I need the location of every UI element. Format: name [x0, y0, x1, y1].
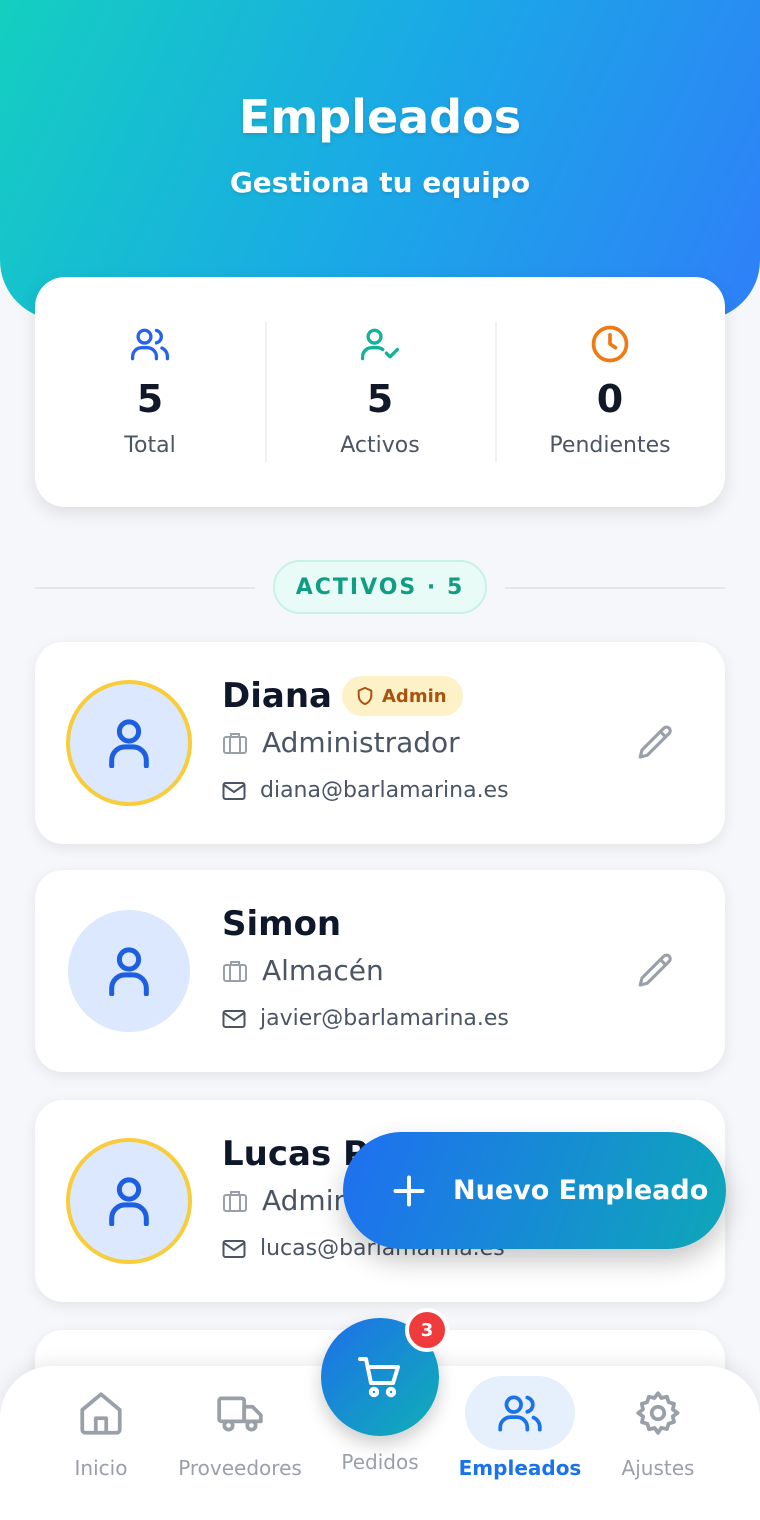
- mail-icon: [222, 1239, 246, 1258]
- gear-icon: [636, 1391, 680, 1435]
- stat-active-value: 5: [366, 377, 394, 421]
- stat-pending: 0 Pendientes: [495, 277, 725, 507]
- cart-count-badge: 3: [405, 1308, 449, 1352]
- user-check-icon: [360, 328, 400, 361]
- nav-label: Ajustes: [621, 1456, 695, 1480]
- briefcase-icon: [223, 1190, 247, 1212]
- divider-line: [505, 587, 725, 589]
- divider-line: [35, 587, 255, 589]
- edit-icon[interactable]: [635, 722, 677, 764]
- employee-card[interactable]: Diana Admin Administrador diana@barlamar…: [35, 642, 725, 844]
- stat-total-label: Total: [124, 433, 176, 458]
- home-icon: [80, 1392, 122, 1435]
- briefcase-icon: [223, 732, 247, 754]
- page-title: Empleados: [238, 90, 522, 144]
- avatar: [68, 910, 190, 1032]
- shield-icon: [357, 686, 373, 706]
- nav-label: Pedidos: [341, 1450, 419, 1474]
- users-icon: [498, 1395, 542, 1432]
- employee-role: Administrador: [222, 726, 460, 759]
- mail-icon: [222, 781, 246, 800]
- user-icon: [109, 947, 149, 996]
- truck-icon: [217, 1396, 263, 1432]
- stat-pending-value: 0: [596, 377, 624, 421]
- nav-label: Empleados: [458, 1456, 582, 1480]
- avatar: [66, 1138, 192, 1264]
- employee-name: Diana: [222, 676, 332, 716]
- edit-icon[interactable]: [635, 950, 677, 992]
- employee-name: Lucas P: [222, 1134, 368, 1174]
- user-icon: [109, 1177, 149, 1226]
- stat-pending-label: Pendientes: [549, 433, 671, 458]
- employee-name: Simon: [222, 904, 342, 944]
- plus-icon: [393, 1175, 425, 1206]
- page-subtitle: Gestiona tu equipo: [229, 166, 531, 199]
- nav-item-proveedores[interactable]: Proveedores: [175, 1366, 305, 1520]
- briefcase-icon: [223, 960, 247, 982]
- cart-icon: [358, 1357, 400, 1398]
- stats-card: 5 Total 5 Activos 0 Pendientes: [35, 277, 725, 507]
- employee-role: Admin: [222, 1184, 351, 1217]
- stat-active: 5 Activos: [265, 277, 495, 507]
- employee-card[interactable]: Simon Almacén javier@barlamarina.es: [35, 870, 725, 1072]
- stat-active-label: Activos: [340, 433, 420, 458]
- employee-email-text: javier@barlamarina.es: [260, 1006, 509, 1031]
- new-employee-label: Nuevo Empleado: [453, 1175, 709, 1206]
- avatar: [66, 680, 192, 806]
- clock-icon: [591, 325, 629, 363]
- nav-label: Proveedores: [178, 1456, 302, 1480]
- nav-item-inicio[interactable]: Inicio: [46, 1366, 156, 1520]
- stat-total: 5 Total: [35, 277, 265, 507]
- employee-email: javier@barlamarina.es: [222, 1006, 509, 1031]
- admin-badge-label: Admin: [382, 685, 447, 707]
- nav-item-ajustes[interactable]: Ajustes: [603, 1366, 713, 1520]
- employee-role-text: Admin: [262, 1184, 352, 1217]
- admin-badge: Admin: [342, 676, 463, 716]
- users-icon: [130, 328, 170, 361]
- mail-icon: [222, 1009, 246, 1028]
- employee-email-text: diana@barlamarina.es: [260, 778, 509, 803]
- nav-item-empleados[interactable]: Empleados: [455, 1366, 585, 1520]
- section-label: ACTIVOS · 5: [273, 560, 487, 614]
- nav-label: Inicio: [74, 1456, 128, 1480]
- new-employee-button[interactable]: Nuevo Empleado: [343, 1132, 726, 1249]
- page-header: Empleados Gestiona tu equipo: [0, 0, 760, 320]
- stat-total-value: 5: [136, 377, 164, 421]
- employee-email: diana@barlamarina.es: [222, 778, 509, 803]
- user-icon: [109, 719, 149, 768]
- employee-role-text: Administrador: [262, 726, 460, 759]
- section-divider: ACTIVOS · 5: [35, 560, 725, 614]
- employee-role: Almacén: [222, 954, 384, 987]
- employee-role-text: Almacén: [262, 954, 384, 987]
